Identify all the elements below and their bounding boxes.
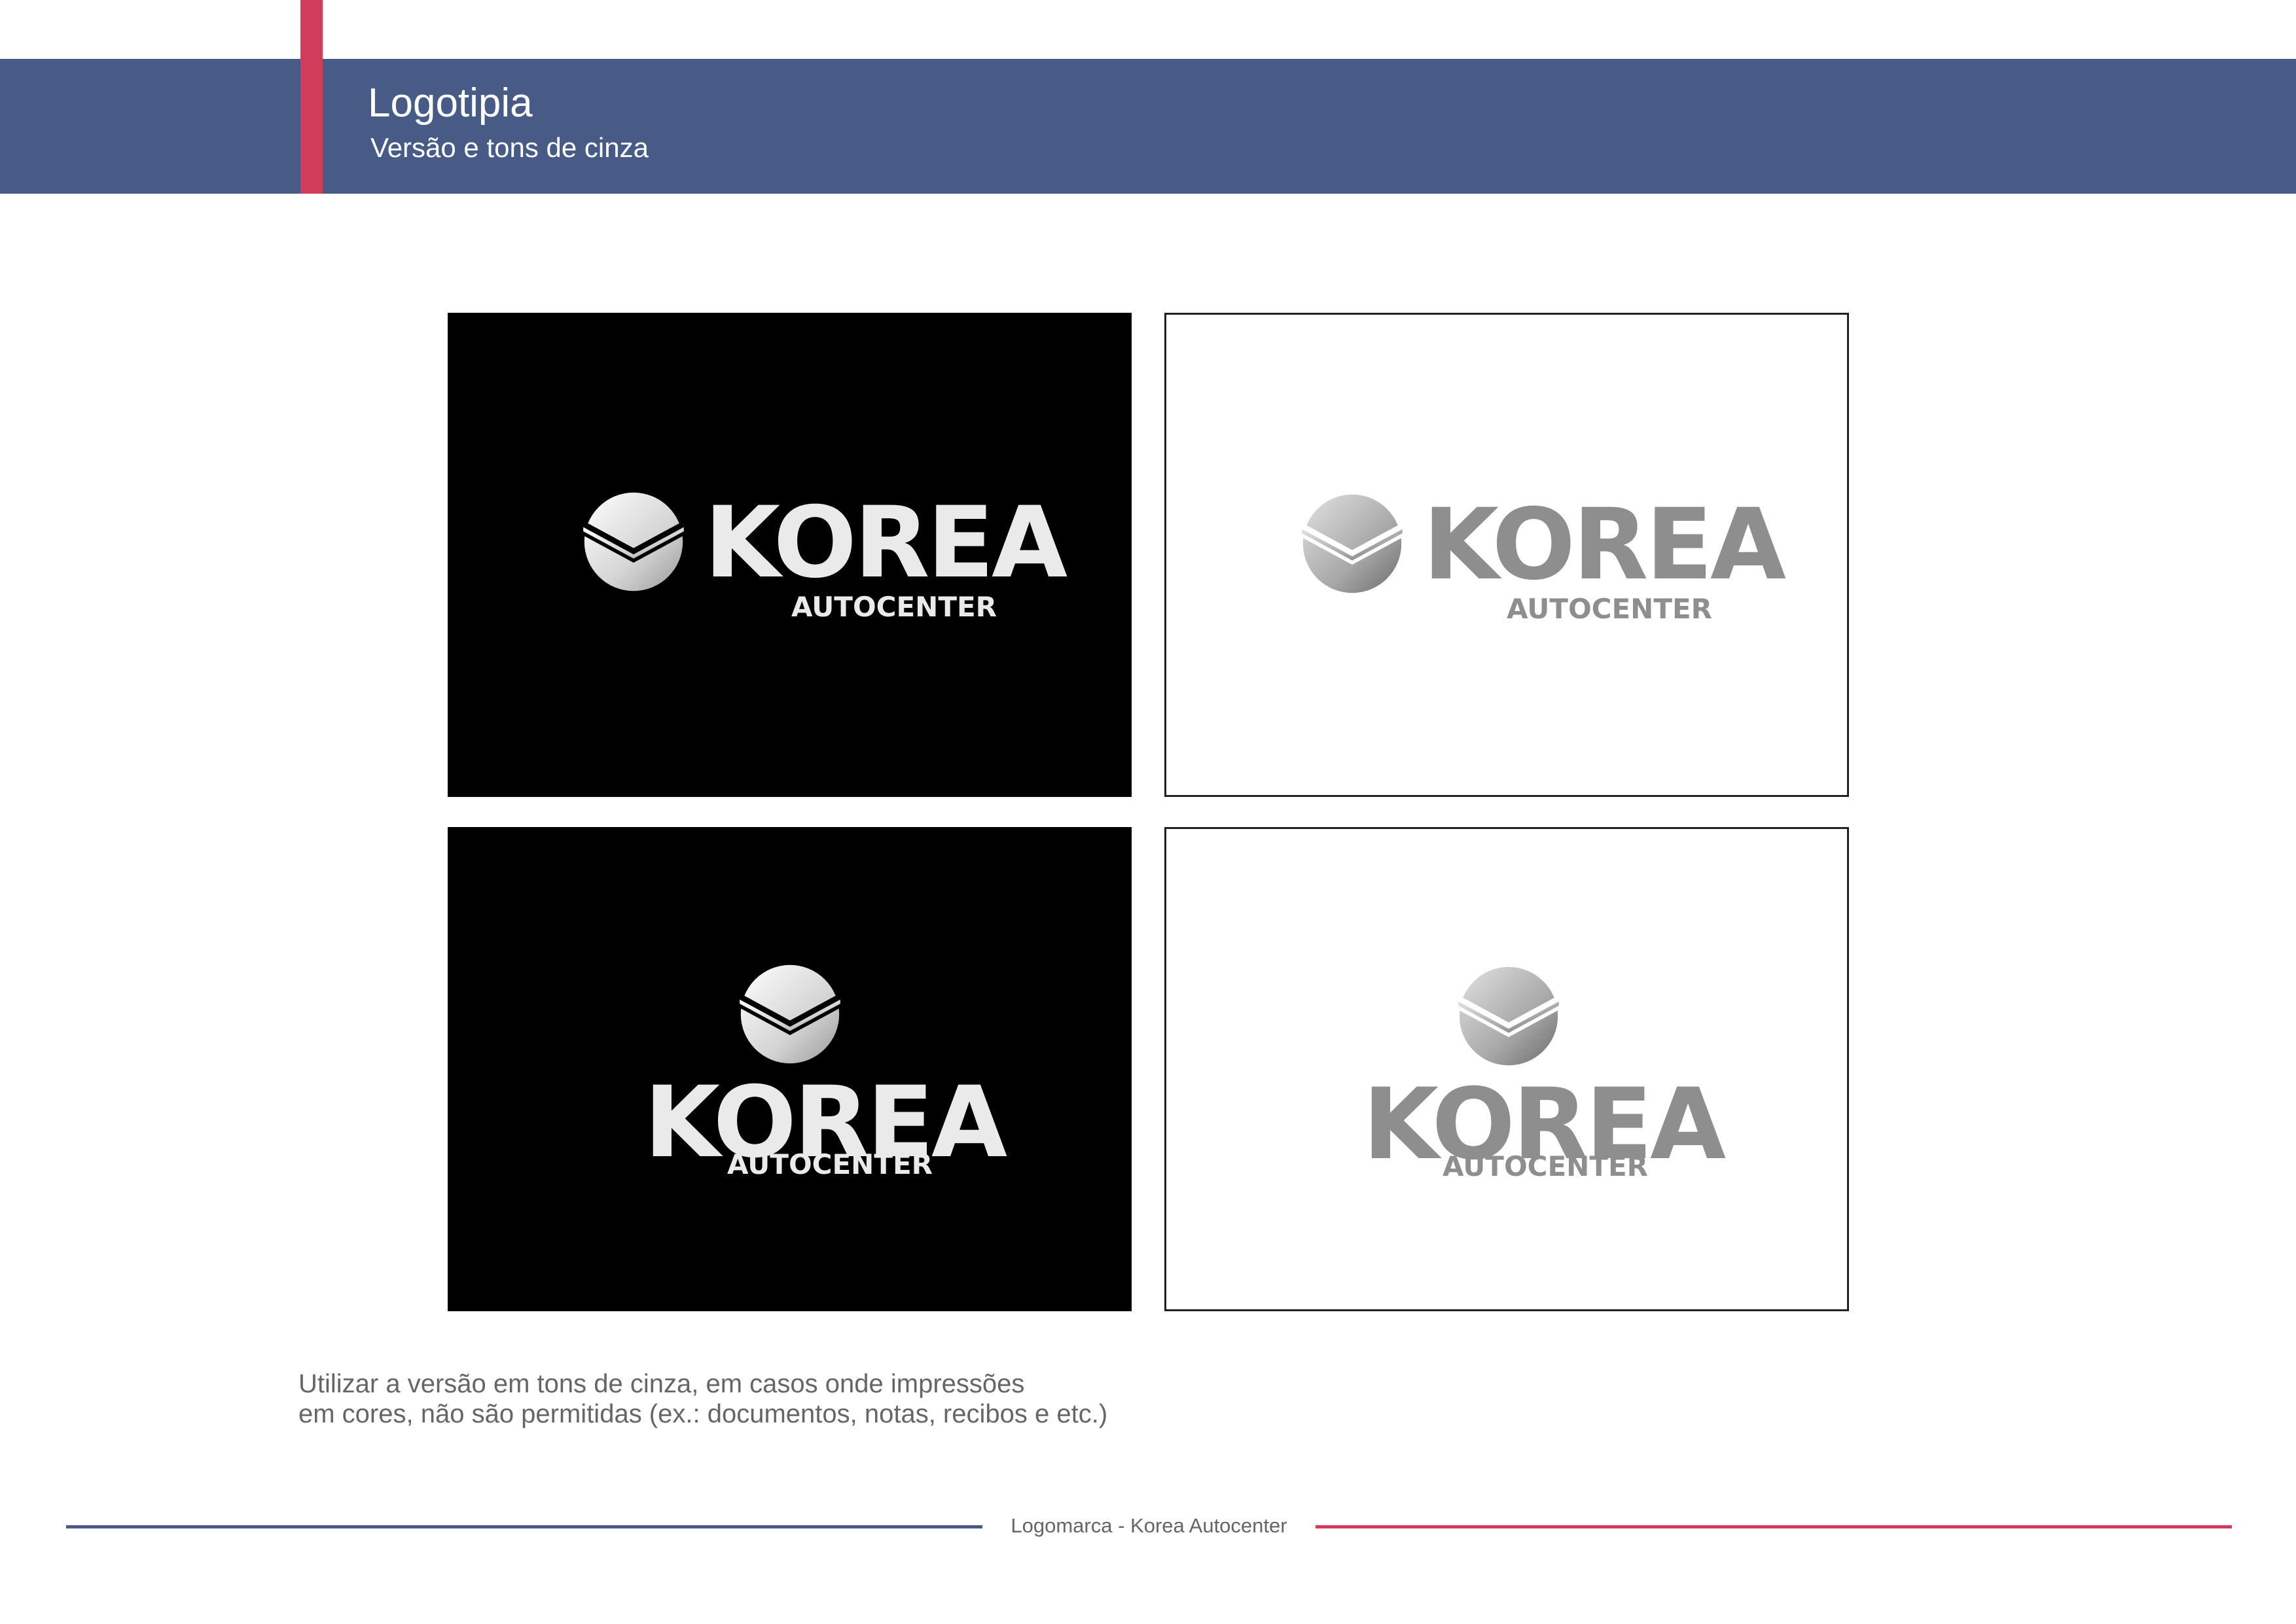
footer-text: Logomarca - Korea Autocenter	[1011, 1514, 1287, 1537]
header-accent-stripe	[300, 0, 323, 194]
usage-note-line-2: em cores, não são permitidas (ex.: docum…	[298, 1400, 1108, 1428]
usage-note: Utilizar a versão em tons de cinza, em c…	[298, 1369, 1107, 1429]
logo-wordmark: KOREA	[1423, 488, 1786, 602]
logo-panel-dark-stacked: KOREA AUTOCENTER	[448, 827, 1132, 1311]
logo-panel-dark-horizontal: KOREA AUTOCENTER	[448, 313, 1132, 797]
logo-wordmark: KOREA	[704, 486, 1067, 600]
korea-emblem-icon	[581, 489, 686, 594]
logo-tagline: AUTOCENTER	[726, 1148, 933, 1180]
logo-tagline: AUTOCENTER	[1506, 593, 1712, 625]
footer-divider-left	[66, 1525, 982, 1528]
korea-emblem-icon	[738, 962, 842, 1067]
korea-emblem-icon	[1300, 491, 1405, 596]
logo-tagline: AUTOCENTER	[1442, 1150, 1648, 1182]
page-title: Logotipia	[368, 80, 533, 126]
korea-emblem-icon	[1456, 964, 1561, 1068]
header-bar	[0, 59, 2296, 194]
footer-divider-right	[1316, 1525, 2232, 1528]
usage-note-line-1: Utilizar a versão em tons de cinza, em c…	[298, 1369, 1025, 1398]
logo-panel-light-stacked: KOREA AUTOCENTER	[1164, 827, 1849, 1311]
page-subtitle: Versão e tons de cinza	[370, 132, 649, 163]
logo-panel-light-horizontal: KOREA AUTOCENTER	[1164, 313, 1849, 797]
logo-tagline: AUTOCENTER	[791, 591, 997, 623]
